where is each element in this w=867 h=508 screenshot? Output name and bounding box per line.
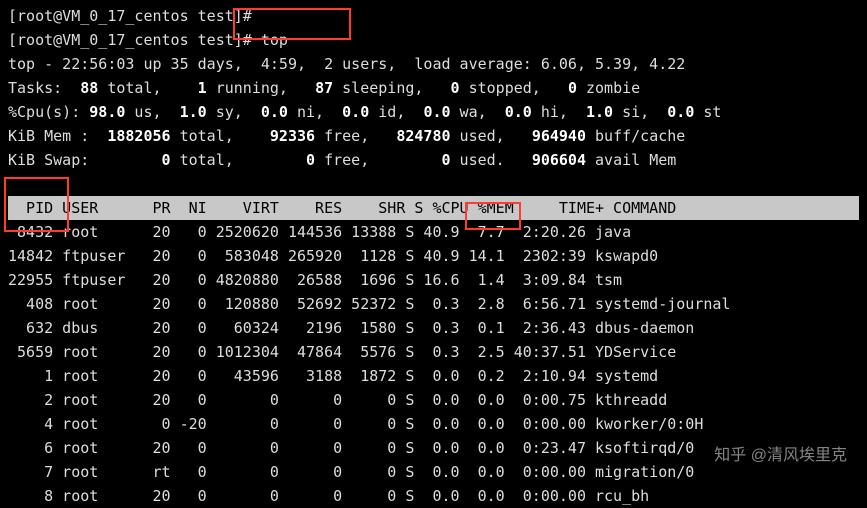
mem-line: KiB Mem : 1882056 total, 92336 free, 824… [8, 124, 859, 148]
top-summary-line: top - 22:56:03 up 35 days, 4:59, 2 users… [8, 52, 859, 76]
highlight-pid-column [4, 177, 69, 232]
process-row[interactable]: 8 root 20 0 0 0 0 S 0.0 0.0 0:00.00 rcu_… [8, 484, 859, 508]
process-row[interactable]: 8432 root 20 0 2520620 144536 13388 S 40… [8, 220, 859, 244]
process-row[interactable]: 22955 ftpuser 20 0 4820880 26588 1696 S … [8, 268, 859, 292]
process-row[interactable]: 2 root 20 0 0 0 0 S 0.0 0.0 0:00.75 kthr… [8, 388, 859, 412]
tasks-line: Tasks: 88 total, 1 running, 87 sleeping,… [8, 76, 859, 100]
cpu-line: %Cpu(s): 98.0 us, 1.0 sy, 0.0 ni, 0.0 id… [8, 100, 859, 124]
process-table-header[interactable]: PID USER PR NI VIRT RES SHR S %CPU %MEM … [8, 196, 859, 220]
process-row[interactable]: 4 root 0 -20 0 0 0 S 0.0 0.0 0:00.00 kwo… [8, 412, 859, 436]
process-row[interactable]: 14842 ftpuser 20 0 583048 265920 1128 S … [8, 244, 859, 268]
watermark: 知乎 @清风埃里克 [714, 444, 847, 468]
highlight-command [233, 8, 351, 40]
prompt-line-1: [root@VM_0_17_centos test]# [8, 4, 859, 28]
process-row[interactable]: 632 dbus 20 0 60324 2196 1580 S 0.3 0.1 … [8, 316, 859, 340]
highlight-cpu-value [465, 202, 521, 230]
swap-line: KiB Swap: 0 total, 0 free, 0 used. 90660… [8, 148, 859, 172]
blank-line [8, 172, 859, 196]
process-row[interactable]: 408 root 20 0 120880 52692 52372 S 0.3 2… [8, 292, 859, 316]
prompt-line-2[interactable]: [root@VM_0_17_centos test]# top [8, 28, 859, 52]
process-row[interactable]: 5659 root 20 0 1012304 47864 5576 S 0.3 … [8, 340, 859, 364]
process-row[interactable]: 1 root 20 0 43596 3188 1872 S 0.0 0.2 2:… [8, 364, 859, 388]
